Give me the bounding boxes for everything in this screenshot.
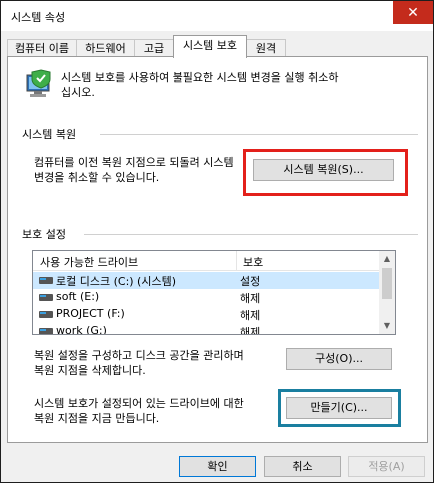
drive-icon	[39, 328, 53, 334]
configure-button[interactable]: 구성(O)...	[286, 348, 392, 370]
drive-row[interactable]: soft (E:) 해제	[33, 289, 379, 306]
tab-computer-name[interactable]: 컴퓨터 이름	[7, 39, 77, 57]
drive-list-header: 사용 가능한 드라이브 보호	[33, 251, 379, 271]
system-protection-panel: 시스템 보호를 사용하여 불필요한 시스템 변경을 실행 취소하 십시오. 시스…	[7, 56, 428, 443]
close-icon: ✕	[407, 4, 419, 21]
scroll-thumb[interactable]	[382, 268, 392, 299]
drive-row[interactable]: PROJECT (F:) 해제	[33, 306, 379, 323]
create-desc-line1: 시스템 보호가 설정되어 있는 드라이브에 대한	[34, 397, 244, 410]
highlight-box-red	[243, 149, 408, 196]
drive-icon	[39, 311, 53, 318]
scroll-down-arrow-icon[interactable]: ▼	[379, 318, 395, 334]
system-properties-window: 시스템 속성 ✕ 컴퓨터 이름 하드웨어 고급 시스템 보호 원격 시스템 보호…	[0, 0, 434, 483]
drive-row[interactable]: work (G:) 해제	[33, 323, 379, 335]
drive-icon	[39, 277, 53, 284]
close-button[interactable]: ✕	[393, 1, 433, 24]
drive-protection-status: 해제	[240, 309, 261, 322]
intro-text-line1: 시스템 보호를 사용하여 불필요한 시스템 변경을 실행 취소하	[61, 71, 339, 84]
system-restore-heading: 시스템 복원	[22, 128, 77, 141]
drive-name: 로컬 디스크 (C:) (시스템)	[56, 275, 177, 288]
tab-advanced[interactable]: 고급	[134, 39, 174, 57]
tab-system-protection[interactable]: 시스템 보호	[173, 35, 247, 58]
column-separator[interactable]	[236, 251, 237, 270]
drive-list-scrollbar[interactable]: ▲ ▼	[379, 251, 395, 334]
protection-settings-heading: 보호 설정	[22, 228, 66, 241]
drive-name: work (G:)	[56, 324, 107, 335]
restore-desc-line1: 컴퓨터를 이전 복원 지점으로 되돌려 시스템	[34, 156, 234, 169]
apply-button[interactable]: 적용(A)	[348, 456, 425, 477]
drive-protection-status: 해제	[240, 292, 261, 305]
column-header-protection[interactable]: 보호	[243, 254, 263, 270]
highlight-box-blue	[278, 389, 401, 427]
section-divider	[100, 134, 418, 135]
drive-row[interactable]: 로컬 디스크 (C:) (시스템) 설정	[33, 272, 379, 289]
cancel-button[interactable]: 취소	[264, 456, 341, 477]
drive-list[interactable]: 사용 가능한 드라이브 보호 로컬 디스크 (C:) (시스템) 설정 soft…	[32, 250, 396, 335]
drive-name: PROJECT (F:)	[56, 307, 125, 320]
drive-protection-status: 설정	[240, 275, 261, 288]
restore-desc-line2: 변경을 취소할 수 있습니다.	[34, 171, 160, 184]
section-divider	[84, 234, 418, 235]
drive-icon	[39, 294, 53, 301]
title-bar: 시스템 속성 ✕	[1, 1, 433, 31]
column-header-drives[interactable]: 사용 가능한 드라이브	[40, 254, 138, 270]
drive-name: soft (E:)	[56, 290, 100, 303]
tab-remote[interactable]: 원격	[246, 39, 286, 57]
computer-shield-icon	[26, 69, 51, 97]
ok-button[interactable]: 확인	[179, 456, 256, 477]
scroll-up-arrow-icon[interactable]: ▲	[379, 251, 395, 267]
configure-desc-line2: 복원 지점을 삭제합니다.	[34, 364, 146, 377]
configure-desc-line1: 복원 설정을 구성하고 디스크 공간을 관리하며	[34, 349, 244, 362]
drive-protection-status: 해제	[240, 326, 261, 335]
create-desc-line2: 복원 지점을 지금 만듭니다.	[34, 412, 160, 425]
tab-hardware[interactable]: 하드웨어	[76, 39, 135, 57]
window-title: 시스템 속성	[11, 11, 66, 24]
intro-text-line2: 십시오.	[61, 86, 95, 99]
